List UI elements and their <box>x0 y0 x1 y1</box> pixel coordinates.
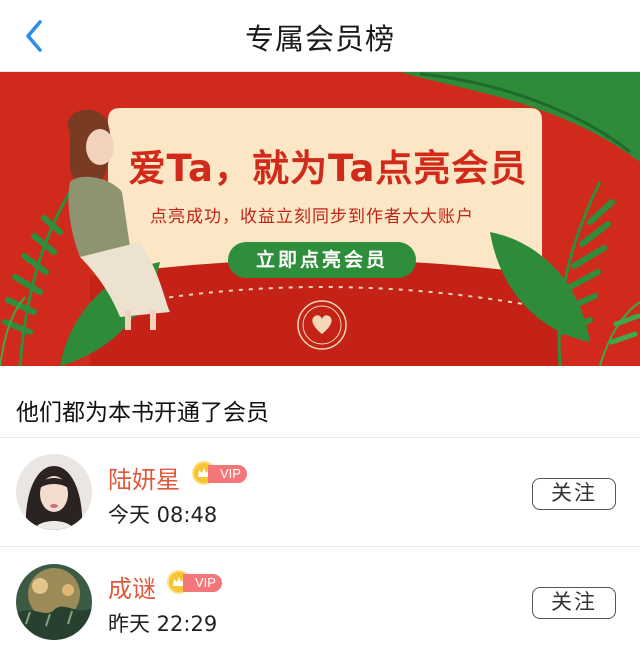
member-time: 今天 08:48 <box>108 503 218 527</box>
promo-banner[interactable]: 爱Ta，就为Ta点亮会员 点亮成功，收益立刻同步到作者大大账户 立即点亮会员 <box>0 72 640 366</box>
avatar-image <box>16 454 92 530</box>
member-name[interactable]: 陆妍星 <box>108 460 180 495</box>
avatar[interactable] <box>16 454 92 530</box>
navbar: 专属会员榜 <box>0 0 640 72</box>
section-title: 他们都为本书开通了会员 <box>16 400 269 426</box>
member-name[interactable]: 成谜 <box>108 569 156 604</box>
avatar-image <box>16 564 92 640</box>
member-row: 成谜 VIP 昨天 22:29 关注 <box>0 547 640 653</box>
follow-button[interactable]: 关注 <box>532 478 616 510</box>
activate-membership-button[interactable]: 立即点亮会员 <box>228 242 416 278</box>
vip-label: VIP <box>208 465 247 483</box>
banner-headline: 爱Ta，就为Ta点亮会员 <box>128 147 528 190</box>
avatar[interactable] <box>16 564 92 640</box>
member-row: 陆妍星 VIP 今天 08:48 关注 <box>0 438 640 546</box>
follow-button[interactable]: 关注 <box>532 587 616 619</box>
page-title: 专属会员榜 <box>244 22 395 56</box>
vip-label: VIP <box>183 574 222 592</box>
member-time: 昨天 22:29 <box>108 612 218 636</box>
banner-subline: 点亮成功，收益立刻同步到作者大大账户 <box>150 207 474 227</box>
